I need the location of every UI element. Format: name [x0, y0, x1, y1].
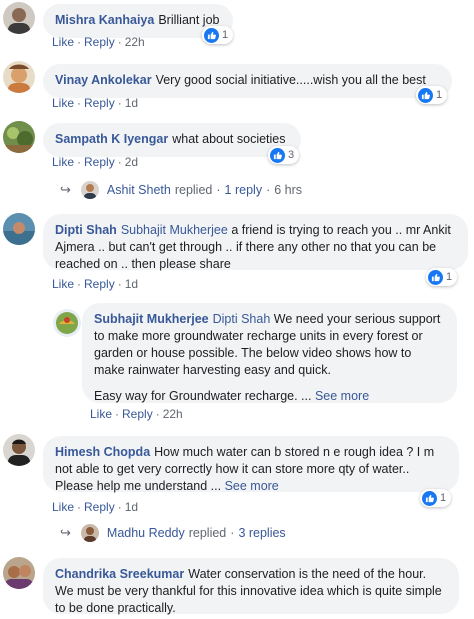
reply-time: 6 hrs — [274, 183, 303, 197]
reply-count[interactable]: 3 replies — [238, 526, 285, 540]
reply-arrow-icon: ↪ — [60, 182, 71, 197]
replier-name[interactable]: Subhajit Mukherjee — [94, 312, 209, 326]
see-more-link[interactable]: See more — [315, 389, 369, 403]
tagged-user[interactable]: Subhajit Mukherjee — [121, 223, 228, 237]
reaction-count[interactable]: 1 — [202, 26, 234, 44]
avatar[interactable] — [3, 557, 35, 589]
reply-link[interactable]: Reply — [84, 35, 115, 49]
replied-label: replied — [174, 183, 213, 197]
timestamp[interactable]: 2d — [125, 155, 138, 169]
comment-bubble: Himesh Chopda How much water can b stored… — [43, 436, 459, 493]
reply-link[interactable]: Reply — [84, 277, 115, 291]
avatar[interactable] — [3, 434, 35, 466]
commenter-name[interactable]: Sampath K Iyengar — [55, 132, 168, 146]
reaction-count[interactable]: 1 — [416, 86, 448, 104]
reply-link[interactable]: Reply — [84, 96, 115, 110]
comment-actions: Like · Reply · 1d — [52, 277, 139, 291]
avatar[interactable] — [3, 2, 35, 34]
commenter-name[interactable]: Dipti Shah — [55, 223, 117, 237]
comment-bubble: Dipti Shah Subhajit Mukherjee a friend is… — [43, 214, 468, 271]
see-more-link[interactable]: See more — [225, 479, 279, 493]
like-link[interactable]: Like — [52, 155, 74, 169]
avatar[interactable] — [3, 213, 35, 245]
replied-label: replied — [188, 526, 227, 540]
thumbs-up-icon — [428, 269, 443, 285]
replier-name[interactable]: Madhu Reddy — [107, 526, 185, 540]
comment-bubble: Sampath K Iyengar what about societies — [43, 123, 301, 157]
commenter-name[interactable]: Vinay Ankolekar — [55, 73, 152, 87]
comment-actions: Like · Reply · 1d — [52, 500, 139, 514]
commenter-name[interactable]: Chandrika Sreekumar — [55, 567, 184, 581]
view-replies-link[interactable]: ↪ Ashit Sheth replied · 1 reply · 6 hrs — [60, 181, 302, 199]
reply-bubble: Subhajit Mukherjee Dipti Shah We need you… — [82, 303, 457, 403]
comment-actions: Like · Reply · 22h — [52, 35, 145, 49]
like-link[interactable]: Like — [90, 407, 112, 421]
timestamp[interactable]: 1d — [125, 96, 138, 110]
like-link[interactable]: Like — [52, 500, 74, 514]
reply-actions: Like · Reply · 22h — [90, 407, 183, 421]
reaction-count[interactable]: 1 — [420, 489, 452, 507]
reply-link[interactable]: Reply — [84, 155, 115, 169]
reply-body-2: Easy way for Groundwater recharge. ... S… — [94, 388, 445, 405]
reply-body: Subhajit Mukherjee Dipti Shah We need you… — [94, 311, 445, 379]
like-link[interactable]: Like — [52, 96, 74, 110]
reaction-number: 1 — [440, 492, 447, 504]
thumbs-up-icon — [204, 27, 219, 43]
avatar[interactable] — [3, 121, 35, 153]
commenter-name[interactable]: Himesh Chopda — [55, 445, 150, 459]
timestamp[interactable]: 22h — [163, 407, 183, 421]
comment-text: what about societies — [172, 132, 286, 146]
comment-text: Brilliant job — [158, 13, 220, 27]
avatar — [80, 524, 99, 542]
reply-count[interactable]: 1 reply — [225, 183, 263, 197]
reaction-number: 1 — [222, 29, 229, 41]
timestamp[interactable]: 22h — [125, 35, 145, 49]
reply-arrow-icon: ↪ — [60, 525, 71, 540]
replier-name[interactable]: Ashit Sheth — [107, 183, 171, 197]
reply-link[interactable]: Reply — [84, 500, 115, 514]
comment-actions: Like · Reply · 2d — [52, 155, 139, 169]
reply-text-2: Easy way for Groundwater recharge. ... — [94, 389, 312, 403]
avatar — [80, 181, 99, 199]
timestamp[interactable]: 1d — [125, 500, 138, 514]
reaction-number: 1 — [436, 89, 443, 101]
thumbs-up-icon — [422, 490, 437, 506]
comment-bubble: Vinay Ankolekar Very good social initiati… — [43, 64, 452, 98]
reply-link[interactable]: Reply — [122, 407, 153, 421]
thumbs-up-icon — [418, 87, 433, 103]
view-replies-link[interactable]: ↪ Madhu Reddy replied · 3 replies — [60, 524, 286, 542]
thumbs-up-icon — [270, 147, 285, 163]
commenter-name[interactable]: Mishra Kanhaiya — [55, 13, 154, 27]
avatar[interactable] — [53, 309, 81, 337]
comment-actions: Like · Reply · 1d — [52, 96, 139, 110]
tagged-user[interactable]: Dipti Shah — [213, 312, 271, 326]
comment-text: Very good social initiative.....wish you… — [155, 73, 426, 87]
reaction-count[interactable]: 3 — [268, 146, 300, 164]
like-link[interactable]: Like — [52, 35, 74, 49]
avatar[interactable] — [3, 61, 35, 93]
like-link[interactable]: Like — [52, 277, 74, 291]
reaction-number: 3 — [288, 149, 295, 161]
comment-bubble: Chandrika Sreekumar Water conservation is… — [43, 558, 459, 615]
reaction-number: 1 — [446, 271, 453, 283]
timestamp[interactable]: 1d — [125, 277, 138, 291]
reaction-count[interactable]: 1 — [426, 268, 458, 286]
